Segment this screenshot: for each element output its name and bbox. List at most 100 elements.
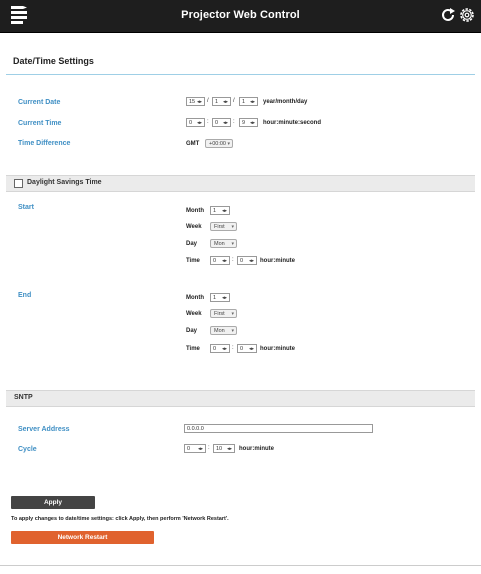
date-day-value: 1	[242, 99, 246, 105]
start-minute-value: 0	[240, 258, 244, 264]
date-month-value: 1	[215, 99, 219, 105]
date-separator: /	[233, 98, 235, 104]
chevron-down-icon: ▾	[227, 141, 230, 147]
time-separator: :	[207, 119, 209, 125]
time-second-value: 9	[242, 120, 246, 126]
time-hour-value: 0	[189, 120, 193, 126]
end-month-label: Month	[186, 295, 204, 301]
cycle-format-hint: hour:minute	[239, 446, 274, 452]
end-time-label: Time	[186, 346, 200, 352]
cycle-minute-stepper[interactable]: 10 ◂▸	[213, 444, 235, 453]
stepper-arrows-icon: ◂▸	[222, 120, 228, 126]
current-date-label: Current Date	[18, 99, 61, 106]
start-month-value: 1	[213, 208, 217, 214]
page-title: Date/Time Settings	[13, 56, 94, 66]
end-month-stepper[interactable]: 1 ◂▸	[210, 293, 230, 302]
stepper-arrows-icon: ◂▸	[249, 99, 255, 105]
bottom-divider	[0, 565, 481, 566]
start-hour-stepper[interactable]: 0 ◂▸	[210, 256, 230, 265]
network-restart-button[interactable]: Network Restart	[11, 531, 154, 544]
end-day-value: Mon	[214, 328, 225, 334]
top-bar: Projector Web Control	[0, 0, 481, 33]
end-week-value: First	[214, 311, 225, 317]
apply-instructions: To apply changes to date/time settings: …	[11, 516, 229, 522]
start-week-select[interactable]: First ▾	[210, 222, 237, 231]
end-day-label: Day	[186, 328, 198, 334]
cycle-hour-stepper[interactable]: 0 ◂▸	[184, 444, 206, 453]
sntp-section-header	[6, 390, 475, 407]
stepper-arrows-icon: ◂▸	[196, 120, 202, 126]
server-address-input[interactable]: 0.0.0.0	[184, 424, 373, 433]
start-day-value: Mon	[214, 241, 225, 247]
start-week-value: First	[214, 224, 225, 230]
date-day-stepper[interactable]: 1 ◂▸	[239, 97, 258, 106]
stepper-arrows-icon: ◂▸	[196, 99, 202, 105]
stepper-arrows-icon: ◂▸	[226, 446, 232, 452]
date-year-stepper[interactable]: 15 ◂▸	[186, 97, 205, 106]
start-month-stepper[interactable]: 1 ◂▸	[210, 206, 230, 215]
start-minute-stepper[interactable]: 0 ◂▸	[237, 256, 257, 265]
date-format-hint: year/month/day	[263, 99, 308, 105]
gmt-offset-select[interactable]: +00:00 ▾	[205, 139, 233, 148]
server-address-label: Server Address	[18, 426, 70, 433]
end-hour-stepper[interactable]: 0 ◂▸	[210, 344, 230, 353]
stepper-arrows-icon: ◂▸	[221, 295, 227, 301]
stepper-arrows-icon: ◂▸	[248, 258, 254, 264]
chevron-down-icon: ▾	[231, 311, 234, 317]
end-month-value: 1	[213, 295, 217, 301]
end-minute-stepper[interactable]: 0 ◂▸	[237, 344, 257, 353]
stepper-arrows-icon: ◂▸	[249, 120, 255, 126]
current-time-label: Current Time	[18, 120, 62, 127]
date-month-stepper[interactable]: 1 ◂▸	[212, 97, 231, 106]
start-day-label: Day	[186, 241, 198, 247]
gear-icon[interactable]	[459, 7, 475, 23]
start-day-select[interactable]: Mon ▾	[210, 239, 237, 248]
start-hour-value: 0	[213, 258, 217, 264]
time-separator: :	[233, 119, 235, 125]
app-title: Projector Web Control	[181, 9, 300, 21]
time-minute-stepper[interactable]: 0 ◂▸	[212, 118, 231, 127]
stepper-arrows-icon: ◂▸	[222, 99, 228, 105]
end-minute-value: 0	[240, 346, 244, 352]
dst-start-label: Start	[18, 204, 34, 211]
cycle-minute-value: 10	[216, 446, 223, 452]
time-second-stepper[interactable]: 9 ◂▸	[239, 118, 258, 127]
start-week-label: Week	[186, 224, 202, 230]
time-difference-label: Time Difference	[18, 140, 71, 147]
dst-end-label: End	[18, 292, 32, 299]
end-week-label: Week	[186, 311, 202, 317]
end-hour-value: 0	[213, 346, 217, 352]
dst-label: Daylight Savings Time	[27, 179, 102, 186]
stepper-arrows-icon: ◂▸	[197, 446, 203, 452]
end-week-select[interactable]: First ▾	[210, 309, 237, 318]
time-hour-stepper[interactable]: 0 ◂▸	[186, 118, 205, 127]
stepper-arrows-icon: ◂▸	[221, 208, 227, 214]
chevron-down-icon: ▾	[231, 241, 234, 247]
refresh-icon[interactable]	[440, 7, 456, 23]
gmt-label: GMT	[186, 141, 200, 147]
cycle-separator: :	[208, 445, 210, 451]
start-month-label: Month	[186, 208, 204, 214]
stepper-arrows-icon: ◂▸	[248, 346, 254, 352]
start-time-label: Time	[186, 258, 200, 264]
chevron-down-icon: ▾	[231, 224, 234, 230]
gmt-offset-value: +00:00	[209, 141, 226, 147]
cycle-label: Cycle	[18, 446, 37, 453]
apply-button[interactable]: Apply	[11, 496, 95, 509]
date-separator: /	[207, 98, 209, 104]
time-minute-value: 0	[215, 120, 219, 126]
chevron-down-icon: ▾	[231, 328, 234, 334]
stepper-arrows-icon: ◂▸	[221, 258, 227, 264]
start-time-format-hint: hour:minute	[260, 258, 295, 264]
time-separator: :	[232, 257, 234, 263]
cycle-hour-value: 0	[187, 446, 191, 452]
dst-checkbox[interactable]	[14, 179, 23, 188]
end-day-select[interactable]: Mon ▾	[210, 326, 237, 335]
stepper-arrows-icon: ◂▸	[221, 346, 227, 352]
end-time-format-hint: hour:minute	[260, 346, 295, 352]
sntp-section-label: SNTP	[14, 394, 33, 401]
date-year-value: 15	[189, 99, 196, 105]
time-format-hint: hour:minute:second	[263, 120, 321, 126]
time-separator: :	[232, 345, 234, 351]
title-divider	[6, 74, 475, 75]
